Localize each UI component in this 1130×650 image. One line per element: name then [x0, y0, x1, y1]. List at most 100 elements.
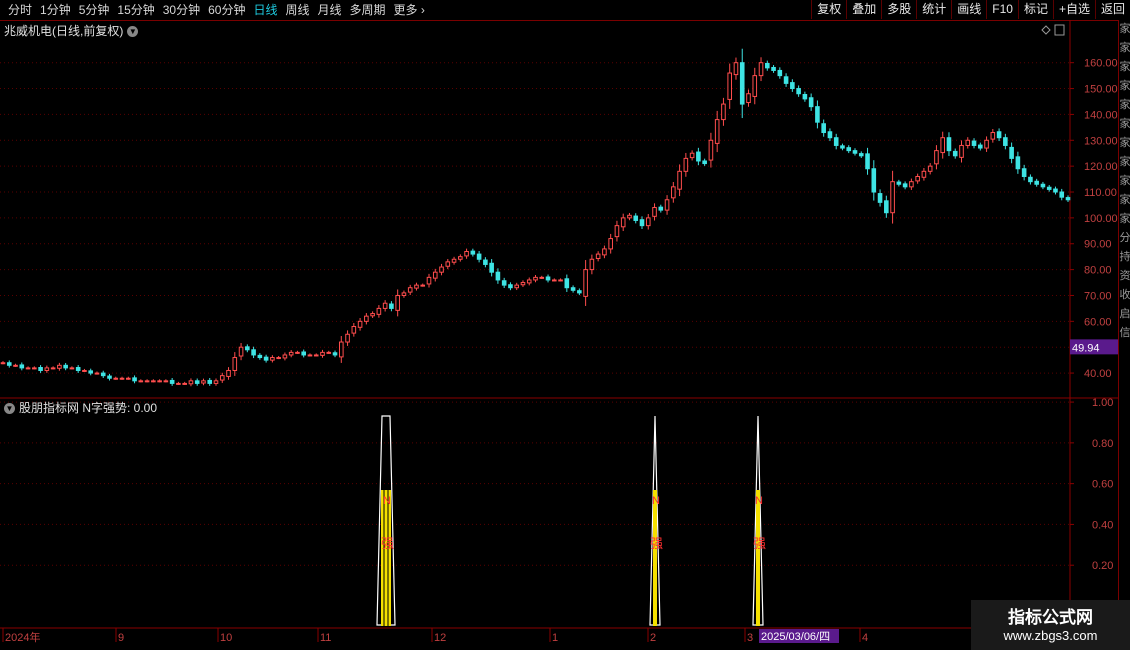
right-strip-cell[interactable]: 家 [1119, 96, 1130, 115]
candle-body [589, 258, 595, 271]
candle-body [758, 62, 764, 77]
right-strip-cell[interactable]: 家 [1119, 58, 1130, 77]
candle-body [940, 137, 946, 154]
candle-body [583, 269, 588, 297]
tab-period-6[interactable]: 日线 [249, 0, 281, 20]
watermark-line2: www.zbgs3.com [1003, 628, 1098, 643]
time-axis-label: 3 [747, 632, 753, 644]
candle-body [514, 284, 520, 289]
indicator-tick-label: 1.00 [1092, 397, 1113, 409]
period-tabs: 分时 1分钟 5分钟 15分钟 30分钟 60分钟 日线 周线 月线 多周期 更多 › [0, 0, 429, 20]
time-axis-label: 4 [862, 632, 868, 644]
candle-body [1046, 186, 1052, 190]
tab-period-2[interactable]: 5分钟 [75, 0, 114, 20]
indicator-title[interactable]: ▼ 股朋指标网 N字强势: 0.00 [4, 399, 157, 416]
candle-body [445, 261, 451, 267]
signal-n-label: N [383, 495, 391, 507]
time-axis-label: 12 [434, 632, 446, 644]
candle-body [671, 186, 676, 199]
candle-body [82, 369, 87, 372]
candle-body [57, 364, 62, 369]
signal-bar [653, 490, 657, 626]
tab-period-4[interactable]: 30分钟 [159, 0, 204, 20]
right-side-strip: 家家家家家家家家家家家分持资收启信 [1118, 20, 1130, 650]
toolbar-button-8[interactable]: 返回 [1094, 0, 1130, 19]
toolbar-button-2[interactable]: 多股 [881, 0, 916, 19]
right-strip-cell[interactable]: 收 [1119, 286, 1130, 305]
candle-body [432, 271, 438, 279]
right-strip-cell[interactable]: 家 [1119, 134, 1130, 153]
tab-period-1[interactable]: 1分钟 [36, 0, 75, 20]
right-strip-cell[interactable]: 家 [1119, 20, 1130, 39]
right-strip-cell[interactable]: 家 [1119, 115, 1130, 134]
right-strip-cell[interactable]: 信 [1119, 324, 1130, 343]
price-tick-label: 90.00 [1084, 239, 1112, 251]
candle-body [470, 250, 476, 255]
candle-body [245, 346, 250, 351]
right-strip-cell[interactable]: 分 [1119, 229, 1130, 248]
candle-body [627, 214, 632, 219]
candle-body [952, 150, 958, 157]
signal-strong-label: 强 [650, 536, 663, 551]
candle-body [157, 380, 162, 383]
candle-body [564, 278, 570, 289]
right-strip-cell[interactable]: 家 [1119, 77, 1130, 96]
chevron-down-icon[interactable]: ▼ [4, 403, 15, 415]
right-strip-cell[interactable]: 资 [1119, 267, 1130, 286]
candle-body [138, 380, 144, 383]
candle-body [213, 380, 219, 384]
tab-period-7[interactable]: 周线 [281, 0, 313, 20]
right-strip-cell[interactable]: 家 [1119, 172, 1130, 191]
right-strip-cell[interactable]: 家 [1119, 39, 1130, 58]
candle-body [746, 93, 751, 104]
watermark: 指标公式网 www.zbgs3.com [971, 600, 1130, 650]
right-strip-cell[interactable]: 家 [1119, 210, 1130, 229]
time-axis-label: 1 [552, 632, 558, 644]
candle-body [1040, 183, 1046, 188]
price-tick-label: 160.00 [1084, 58, 1118, 70]
tab-period-9[interactable]: 多周期 [346, 0, 390, 20]
candle-body [971, 140, 977, 146]
candle-body [19, 364, 25, 369]
toolbar-button-0[interactable]: 复权 [811, 0, 846, 19]
time-axis-label: 10 [220, 632, 232, 644]
candle-body [815, 106, 820, 123]
candle-body [852, 150, 858, 154]
period-toolbar: 分时 1分钟 5分钟 15分钟 30分钟 60分钟 日线 周线 月线 多周期 更多 › 复权 叠加 多股… [0, 0, 1130, 21]
indicator-title-text: 股朋指标网 N字强势: 0.00 [19, 401, 158, 415]
signal-n-label: N [652, 495, 660, 507]
candle-body [107, 375, 112, 379]
tab-period-10[interactable]: 更多 › [390, 0, 429, 20]
candle-body [996, 131, 1002, 139]
right-strip-cell[interactable]: 家 [1119, 153, 1130, 172]
toolbar-button-3[interactable]: 统计 [916, 0, 951, 19]
right-strip-cell[interactable]: 启 [1119, 305, 1130, 324]
tab-period-0[interactable]: 分时 [4, 0, 36, 20]
candle-body [520, 282, 526, 286]
candle-body [508, 284, 513, 289]
candle-body [282, 354, 288, 359]
candle-body [88, 370, 94, 374]
time-axis-label: 2 [650, 632, 656, 644]
tab-period-3[interactable]: 15分钟 [113, 0, 158, 20]
candle-body [207, 379, 213, 384]
toolbar-button-6[interactable]: 标记 [1017, 0, 1053, 19]
signal-strong-label: 强 [753, 536, 766, 551]
candle-body [927, 165, 933, 172]
toolbar-button-5[interactable]: F10 [986, 0, 1018, 19]
cursor-date-label: 2025/03/06/四 [761, 631, 830, 643]
toolbar-button-1[interactable]: 叠加 [846, 0, 881, 19]
candle-body [32, 367, 37, 370]
current-price-label: 49.94 [1072, 342, 1100, 354]
candlestick-chart[interactable]: 160.00150.00140.00130.00120.00110.00100.… [0, 20, 1118, 650]
candle-body [871, 168, 877, 193]
tab-period-8[interactable]: 月线 [314, 0, 346, 20]
candle-body [251, 349, 256, 356]
candle-body [890, 181, 895, 214]
right-strip-cell[interactable]: 持 [1119, 248, 1130, 267]
watermark-line1: 指标公式网 [1008, 608, 1093, 627]
tab-period-5[interactable]: 60分钟 [204, 0, 249, 20]
right-strip-cell[interactable]: 家 [1119, 191, 1130, 210]
toolbar-button-7[interactable]: +自选 [1052, 0, 1095, 19]
toolbar-button-4[interactable]: 画线 [951, 0, 986, 19]
